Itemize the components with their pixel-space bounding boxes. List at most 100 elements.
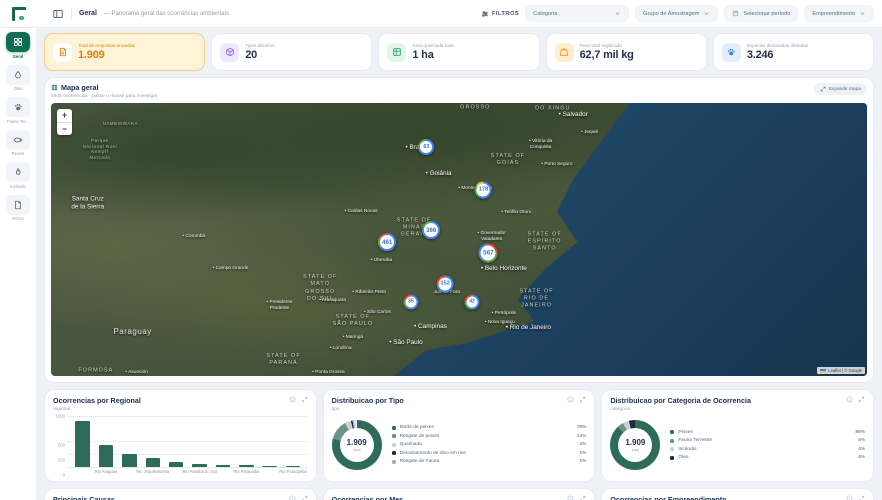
map-label-salvador: • Salvador (558, 110, 588, 118)
map-cluster-marker[interactable]: 461 (378, 233, 397, 252)
bar (75, 420, 90, 467)
info-icon[interactable] (289, 396, 296, 403)
kpi-tipos-distintos[interactable]: Tipos distintos 20 (211, 33, 373, 71)
chart-subtitle: categoria (610, 406, 631, 412)
file-icon (6, 194, 30, 215)
app-logo[interactable] (0, 7, 36, 21)
sidebar-toggle-icon[interactable] (52, 8, 64, 20)
expand-icon[interactable] (301, 396, 308, 403)
sidebar-item-fauna-ter[interactable]: Fauna Ter... (3, 97, 33, 124)
info-icon[interactable] (846, 495, 853, 500)
legend-percent: 13% (576, 433, 587, 439)
expand-icon[interactable] (579, 396, 586, 403)
sidebar-nav: Geral Óleo Fauna Ter... Peixes Incêndio ROAs (0, 28, 36, 500)
legend-percent: 4% (858, 446, 866, 452)
bar (239, 465, 254, 467)
page-title: Geral (79, 10, 97, 17)
filter-selecionar-periodo[interactable]: Selecionar período (724, 5, 799, 22)
donut: 1.909 total (331, 419, 382, 470)
info-icon[interactable] (289, 495, 296, 500)
zoom-out-button[interactable]: − (57, 121, 72, 135)
kpi-especies-declaradas-afetadas[interactable]: Espécies declaradas afetadas 3.246 (712, 33, 875, 71)
bar (192, 463, 207, 467)
bar (145, 458, 161, 467)
map-cluster-marker[interactable]: 35 (403, 294, 419, 310)
filter-empreendimento[interactable]: Empreendimento (804, 5, 874, 22)
map-cluster-marker[interactable]: 178 (474, 181, 492, 199)
map-title: Mapa geral (61, 83, 99, 92)
map-label-asuncion: • Asunción (125, 370, 148, 376)
bar-slot (211, 416, 234, 467)
info-icon[interactable] (567, 396, 574, 403)
expand-icon[interactable] (858, 495, 865, 500)
doc-icon (53, 42, 72, 62)
kpi-total-de-respostas-enviadas[interactable]: Total de respostas enviadas 1.909 (44, 33, 206, 71)
calendar-icon (732, 10, 739, 17)
sidebar-item-peixes[interactable]: Peixes (3, 129, 33, 156)
bar (168, 462, 184, 467)
flag-icon (820, 368, 827, 373)
filter-grupo-de-amostragem[interactable]: Grupo de Amostragem (635, 5, 719, 22)
filter-categoria[interactable]: Categoria (525, 5, 630, 22)
chevron-down-icon (859, 10, 866, 17)
map-label-campinas: • Campinas (414, 322, 447, 330)
map-cluster-marker[interactable]: 366 (422, 221, 441, 240)
info-icon[interactable] (567, 495, 574, 500)
map-icon (51, 84, 58, 91)
sidebar-item-roas[interactable]: ROAs (3, 194, 33, 221)
legend-percent: 1% (579, 450, 587, 456)
sidebar-item-label: Incêndio (10, 183, 26, 189)
sidebar-item-label: Fauna Ter... (6, 118, 30, 124)
y-axis: 1000 500 250 0 (53, 413, 68, 478)
donut-total-value: 1.909 (346, 437, 367, 447)
cluster-count: 461 (380, 235, 395, 250)
map-attribution[interactable]: Leaflet | © Google (817, 367, 865, 374)
legend-percent: 79% (576, 425, 587, 431)
bar (262, 466, 277, 467)
kpi-label: Peso total registrado (579, 42, 622, 48)
map-label-uberaba: • Uberaba (370, 258, 393, 264)
main-content: Total de respostas enviadas 1.909 Tipos di… (36, 28, 882, 500)
map-label-state-of: STATE OF GOIÁS (490, 152, 526, 166)
kpi-area-queimada-total[interactable]: Área queimada total 1 ha (378, 33, 540, 71)
sidebar-item-oleo[interactable]: Óleo (3, 64, 33, 91)
map-zoom-control: + − (57, 108, 72, 135)
expand-map-button[interactable]: Expandir mapa (813, 83, 867, 95)
bar-slot (165, 416, 188, 467)
map-label-campo-grande: • Campo Grande (212, 266, 249, 272)
paw-icon (6, 97, 30, 117)
zoom-in-button[interactable]: + (57, 109, 72, 122)
kpi-peso-total-registrado[interactable]: Peso total registrado 62,7 mil kg (545, 33, 707, 71)
chevron-down-icon (614, 10, 621, 17)
map-label-ponta-grossa: • Ponta Grossa (312, 370, 345, 376)
sidebar-item-geral[interactable]: Geral (3, 32, 33, 59)
expand-icon[interactable] (301, 495, 308, 500)
map-label-teofilo-otoni: • Teófilo Otoni (501, 210, 531, 216)
map-canvas[interactable]: + − Leaflet | © Google GROSSO DO XINGU NAM… (51, 102, 867, 376)
fish-icon (6, 129, 30, 150)
map-cluster-marker[interactable]: 42 (464, 294, 480, 310)
legend-label: Óleo (678, 455, 689, 460)
chart-card-regional: Ocorrencias por Regional regional 1000 50… (44, 389, 317, 482)
legend-swatch (670, 455, 675, 460)
sidebar-item-incendio[interactable]: Incêndio (3, 162, 33, 189)
map-cluster-marker[interactable]: 152 (436, 275, 454, 293)
info-icon[interactable] (846, 396, 853, 403)
bottom-cards-row: Principais Causas Ocorrencias por Mes Oc… (44, 488, 875, 500)
legend-label: Resgate de Fauna (399, 459, 440, 465)
map-cluster-marker[interactable]: 63 (418, 139, 435, 156)
kpi-label: Espécies declaradas afetadas (746, 42, 809, 48)
expand-icon[interactable] (858, 396, 865, 403)
chart-title: Ocorrencias por Mes (331, 495, 404, 500)
map-cluster-marker[interactable]: 567 (478, 243, 498, 263)
bar-slot (71, 416, 94, 467)
bar-slot: Rio Paraopeba (279, 416, 307, 474)
bar-slot (118, 416, 141, 467)
cube-icon (220, 42, 240, 62)
x-tick-label: Rio Araguari (94, 469, 118, 474)
legend-label: Incêndio (678, 446, 697, 452)
legend-percent: 4% (579, 442, 587, 448)
expand-icon[interactable] (579, 495, 586, 500)
chart-title: Distribuicao por Tipo (331, 396, 404, 405)
map-label-belo-horizonte: • Belo Horizonte (480, 265, 527, 273)
